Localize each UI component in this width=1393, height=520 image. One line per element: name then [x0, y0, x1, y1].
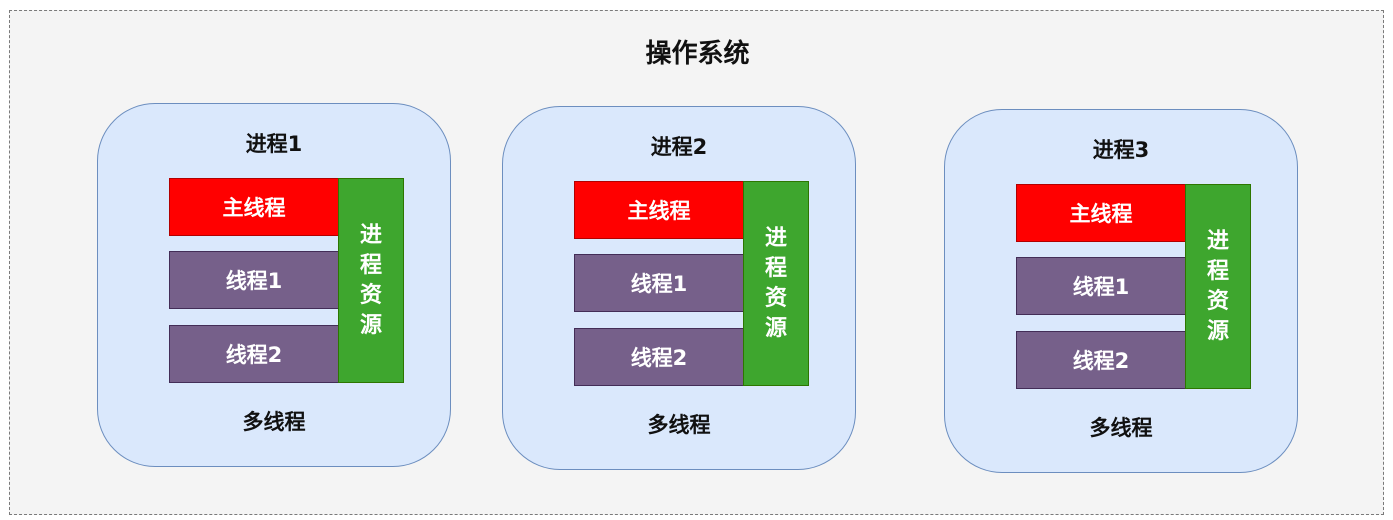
process-footer: 多线程 [242, 410, 306, 434]
resource-char: 资 [764, 285, 787, 311]
thread-box-2: 线程2 [1016, 331, 1186, 389]
resource-char: 进 [359, 222, 382, 248]
process-box-2: 进程2 主线程 线程1 线程2 进 程 资 源 多线程 [502, 106, 856, 470]
process-title: 进程3 [1092, 138, 1150, 162]
process-resource-box: 进 程 资 源 [743, 181, 809, 386]
process-footer: 多线程 [647, 413, 711, 437]
resource-char: 资 [1206, 288, 1229, 314]
main-thread-box: 主线程 [169, 178, 339, 236]
resource-char: 程 [359, 252, 382, 278]
process-footer: 多线程 [1089, 416, 1153, 440]
process-box-1: 进程1 主线程 线程1 线程2 进 程 资 源 多线程 [97, 103, 451, 467]
thread-box-1: 线程1 [169, 251, 339, 309]
process-title: 进程2 [650, 135, 708, 159]
resource-char: 进 [1206, 228, 1229, 254]
os-title: 操作系统 [645, 39, 750, 69]
process-title: 进程1 [245, 132, 303, 156]
thread-box-2: 线程2 [169, 325, 339, 383]
resource-char: 程 [1206, 258, 1229, 284]
thread-box-2: 线程2 [574, 328, 744, 386]
resource-char: 进 [764, 225, 787, 251]
thread-box-1: 线程1 [1016, 257, 1186, 315]
main-thread-box: 主线程 [574, 181, 744, 239]
resource-char: 源 [1206, 318, 1229, 344]
resource-char: 源 [764, 315, 787, 341]
process-resource-box: 进 程 资 源 [1185, 184, 1251, 389]
thread-box-1: 线程1 [574, 254, 744, 312]
process-box-3: 进程3 主线程 线程1 线程2 进 程 资 源 多线程 [944, 109, 1298, 473]
resource-char: 程 [764, 255, 787, 281]
process-resource-box: 进 程 资 源 [338, 178, 404, 383]
main-thread-box: 主线程 [1016, 184, 1186, 242]
resource-char: 资 [359, 282, 382, 308]
resource-char: 源 [359, 312, 382, 338]
